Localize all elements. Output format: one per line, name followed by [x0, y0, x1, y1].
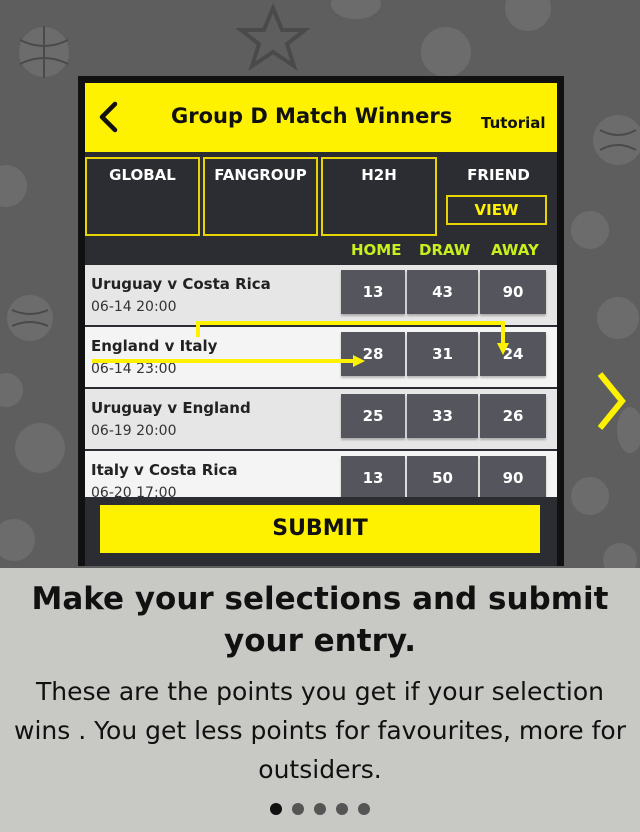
page-dot[interactable] — [336, 803, 348, 815]
column-header-away: AWAY — [491, 241, 539, 259]
draw-odds-button[interactable]: 43 — [407, 270, 478, 314]
match-date: 06-14 23:00 — [91, 361, 177, 377]
star-icon — [235, 2, 311, 71]
tutorial-link[interactable]: Tutorial — [481, 114, 546, 132]
baseball-icon — [0, 371, 25, 409]
page-indicator — [0, 800, 640, 819]
page-title: Group D Match Winners — [171, 104, 453, 128]
friend-label: FRIEND — [467, 166, 530, 184]
away-odds-button[interactable]: 24 — [480, 332, 546, 376]
away-odds-button[interactable]: 90 — [480, 270, 546, 314]
app-header: Group D Match Winners Tutorial — [85, 83, 557, 152]
draw-odds-button[interactable]: 50 — [407, 456, 478, 500]
soccer-ball-icon — [569, 475, 611, 517]
column-header-draw: DRAW — [419, 241, 471, 259]
submit-button[interactable]: SUBMIT — [100, 505, 540, 553]
page-dot-active[interactable] — [270, 803, 282, 815]
tennis-ball-icon — [0, 163, 29, 209]
tab-label: FANGROUP — [214, 166, 307, 184]
tab-fangroup[interactable]: FANGROUP — [203, 157, 318, 236]
view-friend-button[interactable]: VIEW — [446, 195, 547, 225]
back-arrow-icon[interactable] — [91, 99, 127, 135]
page-dot[interactable] — [358, 803, 370, 815]
tab-label: H2H — [361, 166, 397, 184]
tennis-ball-icon — [419, 25, 473, 79]
match-teams: Italy v Costa Rica — [91, 461, 238, 479]
caption-body: These are the points you get if your sel… — [14, 677, 626, 784]
caption-title: Make your selections and submit your ent… — [31, 581, 609, 659]
match-teams: Uruguay v England — [91, 399, 251, 417]
cricket-ball-icon — [591, 113, 640, 167]
tennis-ball-icon — [601, 541, 639, 568]
tutorial-caption: Make your selections and submit your ent… — [0, 568, 640, 832]
match-date: 06-14 20:00 — [91, 299, 177, 315]
match-row: Uruguay v England 06-19 20:00 25 33 26 — [85, 389, 557, 449]
tab-h2h[interactable]: H2H — [321, 157, 437, 236]
column-header-home: HOME — [351, 241, 402, 259]
baseball-icon — [13, 421, 67, 475]
match-teams: England v Italy — [91, 337, 218, 355]
cricket-ball-icon — [569, 209, 611, 251]
match-row: Uruguay v Costa Rica 06-14 20:00 13 43 9… — [85, 265, 557, 325]
phone-frame: Group D Match Winners Tutorial GLOBAL FA… — [78, 76, 564, 566]
draw-odds-button[interactable]: 31 — [407, 332, 478, 376]
away-odds-button[interactable]: 90 — [480, 456, 546, 500]
home-odds-button[interactable]: 25 — [341, 394, 405, 438]
away-odds-button[interactable]: 26 — [480, 394, 546, 438]
chevron-right-icon[interactable] — [594, 370, 628, 432]
soccer-ball-icon — [503, 0, 553, 33]
home-odds-button[interactable]: 13 — [341, 456, 405, 500]
football-icon — [329, 0, 383, 21]
submit-bar: SUBMIT — [85, 497, 557, 566]
draw-odds-button[interactable]: 33 — [407, 394, 478, 438]
cricket-ball-icon — [0, 517, 37, 563]
tennis-ball-icon — [595, 295, 640, 341]
match-teams: Uruguay v Costa Rica — [91, 275, 271, 293]
tab-label: GLOBAL — [109, 166, 176, 184]
baseball-icon — [5, 293, 55, 343]
app-screen: Group D Match Winners Tutorial GLOBAL FA… — [85, 83, 557, 566]
match-date: 06-19 20:00 — [91, 423, 177, 439]
page-dot[interactable] — [292, 803, 304, 815]
home-odds-button[interactable]: 28 — [341, 332, 405, 376]
home-odds-button[interactable]: 13 — [341, 270, 405, 314]
page-dot[interactable] — [314, 803, 326, 815]
tab-global[interactable]: GLOBAL — [85, 157, 200, 236]
match-row: England v Italy 06-14 23:00 28 31 24 — [85, 327, 557, 387]
